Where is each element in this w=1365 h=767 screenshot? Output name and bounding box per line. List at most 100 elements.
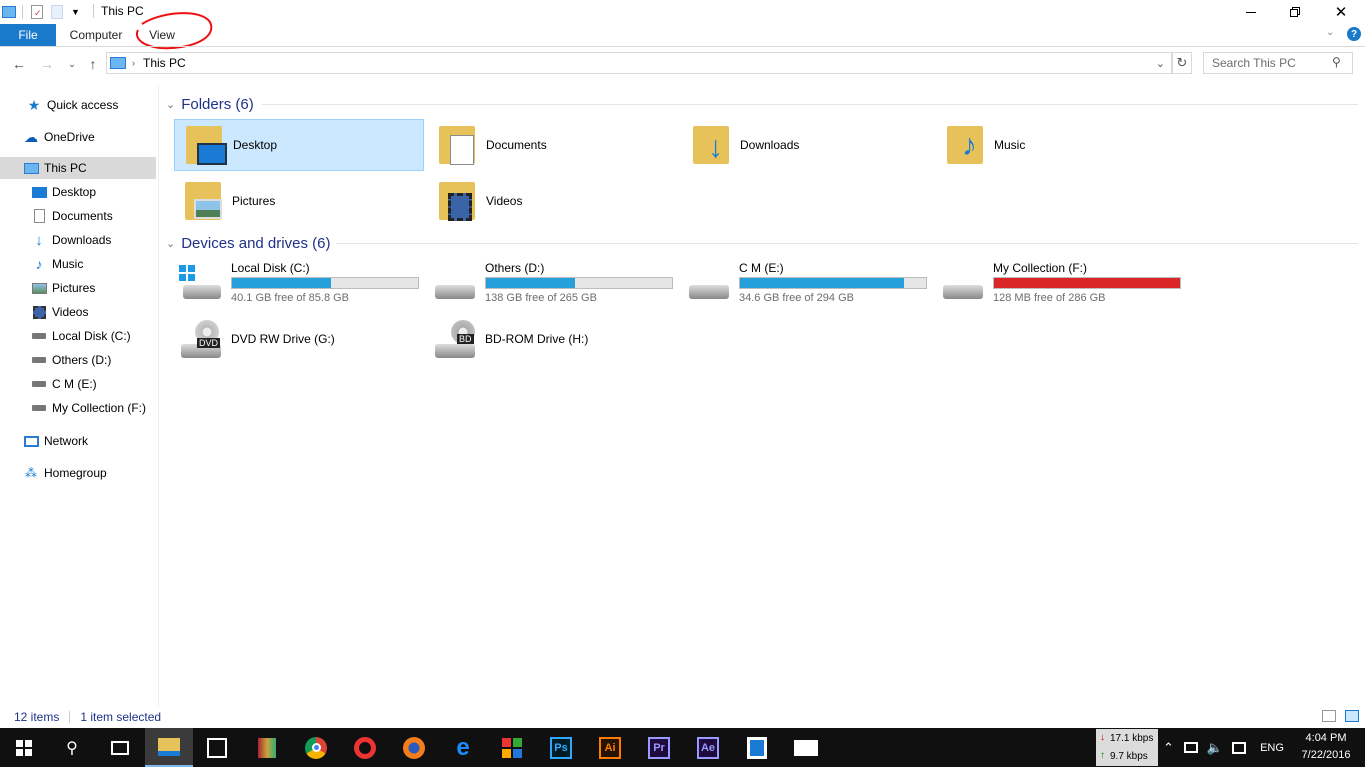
address-bar[interactable]: › This PC ⌄ [106,52,1172,74]
drive-tile-g[interactable]: DVD DVD RW Drive (G:) [173,318,423,362]
taskbar-app-opera[interactable] [341,728,389,767]
photoshop-icon: Ps [550,736,572,759]
file-explorer-window: ✓ ▼ This PC ✕ File Computer View ⌄ ? ← →… [0,0,1365,728]
tab-computer[interactable]: Computer [60,24,132,46]
nav-label: Desktop [52,185,97,199]
folder-tile-videos[interactable]: Videos [428,175,678,227]
arrow-up-icon: ↑ [89,56,97,72]
drive-tile-c[interactable]: Local Disk (C:) 40.1 GB free of 85.8 GB [173,259,423,304]
large-icons-view-icon[interactable] [1345,710,1359,722]
nav-videos[interactable]: Videos [0,301,156,323]
drive-free-space: 138 GB free of 265 GB [485,292,597,304]
input-language[interactable]: ENG [1260,742,1284,754]
up-button[interactable]: ↑ [84,55,102,73]
drive-usage-fill [740,278,904,288]
status-bar: 12 items 1 item selected [0,706,1365,728]
tab-file[interactable]: File [0,24,56,46]
nav-quick-access[interactable]: ★ Quick access [0,94,156,116]
arrow-left-icon: ← [12,56,26,72]
folder-tile-downloads[interactable]: ↓ Downloads [682,119,932,171]
homegroup-icon: ⁂ [25,466,37,480]
taskbar-app-office[interactable] [488,728,536,767]
customize-toolbar-icon[interactable]: ▼ [71,7,80,17]
task-view-button[interactable] [96,728,144,767]
action-center-icon[interactable] [1232,741,1247,754]
taskbar-app-firefox[interactable] [390,728,438,767]
folder-tile-documents[interactable]: Documents [428,119,678,171]
drive-icon [431,265,477,301]
taskbar-app-store[interactable] [193,728,241,767]
taskbar-app-file-explorer[interactable] [145,728,193,767]
details-view-icon[interactable] [1322,710,1336,722]
clock[interactable]: 4:04 PM 7/22/2016 [1296,730,1356,764]
back-button[interactable]: ← [10,55,28,73]
folder-label: Documents [486,138,547,152]
refresh-button[interactable]: ↻ [1172,52,1192,74]
nav-documents[interactable]: Documents [0,205,156,227]
office-icon [502,737,522,758]
address-dropdown-icon[interactable]: ⌄ [1156,57,1165,70]
volume-icon[interactable]: 🔈 [1207,740,1223,756]
new-folder-icon[interactable] [51,5,63,19]
nav-pictures[interactable]: Pictures [0,277,156,299]
pictures-folder-icon [182,179,228,223]
nav-desktop[interactable]: Desktop [0,181,156,203]
drives-group-header[interactable]: ⌄ Devices and drives (6) [166,233,330,253]
taskbar-app-after-effects[interactable]: Ae [684,728,732,767]
taskbar-app-premiere[interactable]: Pr [635,728,683,767]
nav-downloads[interactable]: ↓ Downloads [0,229,156,251]
nav-network[interactable]: Network [0,430,156,452]
refresh-icon: ↻ [1176,55,1188,70]
cloud-icon: ☁ [24,128,38,145]
taskbar: ⚲ e Ps Ai Pr Ae ↓ 17.1 kbps ↑ 9.7 kbps ⌃… [0,728,1365,767]
nav-music[interactable]: ♪ Music [0,253,156,275]
expand-ribbon-icon[interactable]: ⌄ [1326,27,1334,38]
winrar-icon [258,737,276,758]
nav-my-collection-f[interactable]: My Collection (F:) [0,397,156,419]
close-icon: ✕ [1334,4,1348,21]
store-icon [207,737,227,758]
folder-tile-desktop[interactable]: Desktop [174,119,424,171]
drive-tile-d[interactable]: Others (D:) 138 GB free of 265 GB [427,259,677,304]
drive-tile-e[interactable]: C M (E:) 34.6 GB free of 294 GB [681,259,931,304]
search-button[interactable]: ⚲ [48,728,96,767]
breadcrumb[interactable]: This PC [143,56,186,70]
network-icon[interactable] [1183,742,1198,753]
properties-icon[interactable]: ✓ [31,5,43,19]
show-hidden-icons-icon[interactable]: ⌃ [1163,740,1174,756]
download-icon: ↓ [35,231,43,249]
close-button[interactable]: ✕ [1318,0,1364,24]
nav-cm-e[interactable]: C M (E:) [0,373,156,395]
help-icon[interactable]: ? [1347,27,1361,41]
drive-tile-h[interactable]: BD BD-ROM Drive (H:) [427,318,677,362]
search-icon: ⚲ [1332,55,1341,69]
search-input[interactable]: Search This PC [1203,52,1353,74]
nav-others-d[interactable]: Others (D:) [0,349,156,371]
taskbar-app-illustrator[interactable]: Ai [586,728,634,767]
forward-button[interactable]: → [38,55,56,73]
document-icon [31,208,47,224]
start-button[interactable] [0,728,48,767]
nav-homegroup[interactable]: ⁂ Homegroup [0,462,156,484]
taskbar-app-photoshop[interactable]: Ps [537,728,585,767]
restore-button[interactable] [1272,0,1318,24]
drive-tile-f[interactable]: My Collection (F:) 128 MB free of 286 GB [935,259,1185,304]
folder-tile-pictures[interactable]: Pictures [174,175,424,227]
taskbar-app-chrome[interactable] [292,728,340,767]
taskbar-app-winrar[interactable] [243,728,291,767]
nav-local-disk-c[interactable]: Local Disk (C:) [0,325,156,347]
drive-label: My Collection (F:) [993,261,1088,275]
taskbar-app-edge[interactable]: e [439,728,487,767]
nav-this-pc[interactable]: This PC [0,157,156,179]
drive-label: DVD RW Drive (G:) [231,332,335,346]
taskbar-app-mail[interactable] [782,728,830,767]
folders-group-header[interactable]: ⌄ Folders (6) [166,94,254,114]
clock-time: 4:04 PM [1305,732,1347,744]
chevron-down-icon: ⌄ [68,58,76,69]
minimize-button[interactable] [1228,0,1274,24]
taskbar-app-generic[interactable] [733,728,781,767]
nav-onedrive[interactable]: ☁ OneDrive [0,126,156,148]
folder-tile-music[interactable]: ♪ Music [936,119,1186,171]
clock-date: 7/22/2016 [1301,749,1351,761]
recent-locations-button[interactable]: ⌄ [63,55,81,73]
